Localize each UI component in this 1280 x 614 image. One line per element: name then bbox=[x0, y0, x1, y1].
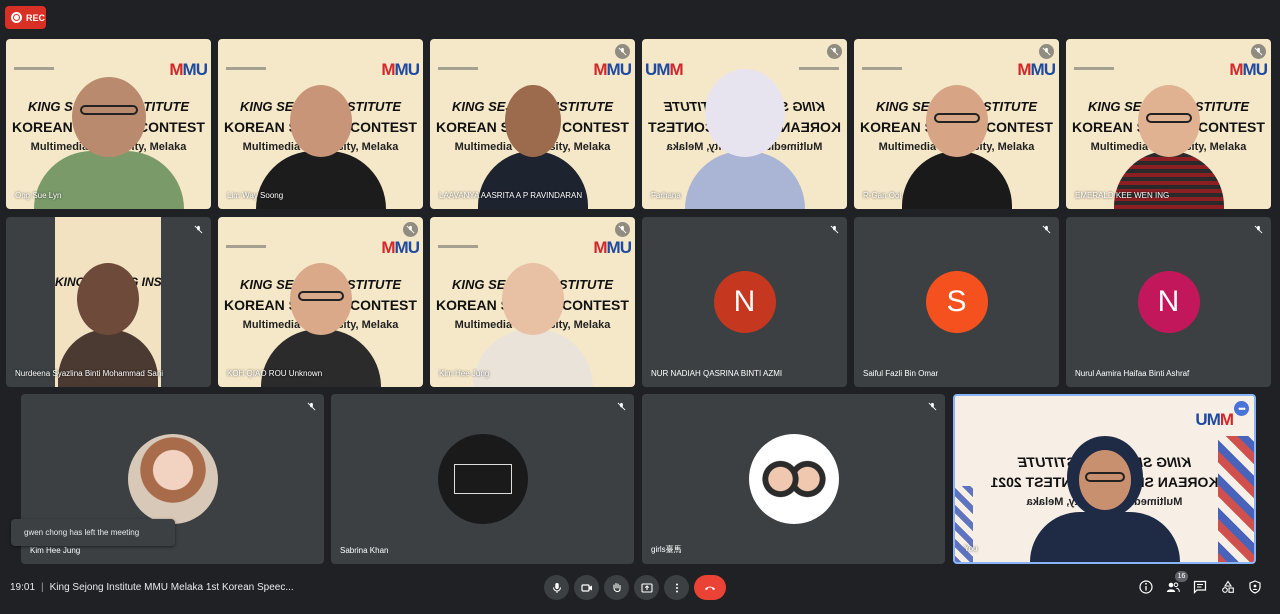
record-icon bbox=[11, 12, 22, 23]
mic-off-icon bbox=[925, 399, 940, 414]
recording-indicator: REC bbox=[5, 6, 46, 29]
mic-off-icon bbox=[1251, 44, 1266, 59]
present-button[interactable] bbox=[634, 575, 659, 600]
avatar bbox=[748, 434, 839, 524]
participant-name: Kim Hee Jung bbox=[30, 546, 81, 555]
participant-name: You bbox=[964, 544, 978, 553]
shield-icon bbox=[1249, 580, 1261, 594]
people-icon bbox=[1166, 582, 1180, 593]
participant-tile-laavanya[interactable]: MMU KING SEJONG INSTITUTE KOREAN SPEECH … bbox=[430, 39, 635, 209]
people-button[interactable]: 16 bbox=[1164, 571, 1188, 596]
more-options-button[interactable] bbox=[664, 575, 689, 600]
mic-off-icon bbox=[304, 399, 319, 414]
bottom-toolbar: 19:01 | King Sejong Institute MMU Melaka 1… bbox=[0, 570, 1280, 606]
participant-name: Saiful Fazli Bin Omar bbox=[863, 369, 939, 378]
present-screen-icon bbox=[640, 582, 653, 593]
hand-icon bbox=[612, 582, 621, 592]
participant-video bbox=[901, 85, 1012, 209]
mmu-logo: MMU bbox=[593, 60, 632, 79]
participant-tile-farhana[interactable]: MMU KING SEJONG INSTITUTE KOREAN SPEECH … bbox=[642, 39, 847, 209]
mmu-logo: MMU bbox=[593, 238, 632, 257]
mic-off-icon bbox=[191, 222, 206, 237]
chat-icon bbox=[1193, 580, 1207, 594]
mic-off-icon bbox=[403, 222, 418, 237]
participant-video bbox=[684, 69, 805, 209]
camera-icon bbox=[580, 583, 592, 592]
participant-video bbox=[472, 263, 593, 387]
mic-off-icon bbox=[827, 44, 842, 59]
more-vert-icon bbox=[675, 583, 678, 592]
participant-tile-emerald-kee[interactable]: MMU KING SEJONG INSTITUTE KOREAN SPEECH … bbox=[1066, 39, 1271, 209]
left-meeting-toast: gwen chong has left the meeting bbox=[11, 519, 175, 546]
avatar bbox=[437, 434, 528, 524]
avatar bbox=[127, 434, 218, 524]
participant-tile-nurul-aamira[interactable]: N Nurul Aamira Haifaa Binti Ashraf bbox=[1066, 217, 1271, 387]
recording-label: REC bbox=[26, 12, 46, 23]
more-options-icon[interactable]: ••• bbox=[1234, 401, 1249, 416]
leave-call-button[interactable] bbox=[694, 575, 726, 600]
mmu-logo: MMU bbox=[1196, 410, 1234, 429]
participant-video bbox=[1029, 436, 1180, 562]
mic-off-icon bbox=[615, 44, 630, 59]
microphone-button[interactable] bbox=[544, 575, 569, 600]
participant-name: NUR NADIAH QASRINA BINTI AZMI bbox=[651, 369, 783, 378]
participant-name: Nurdeena Syazlina Binti Mohammad Sani bbox=[15, 369, 164, 378]
chat-button[interactable] bbox=[1191, 578, 1209, 596]
avatar: S bbox=[925, 271, 988, 333]
participant-name: Nurul Aamira Haifaa Binti Ashraf bbox=[1075, 369, 1190, 378]
participant-tile-ong-sue-lyn[interactable]: MMU KING SEJONG INSTITUTE KOREAN SPEECH … bbox=[6, 39, 211, 209]
microphone-icon bbox=[552, 582, 561, 593]
participant-tile-koh-qiao-rou[interactable]: MMU KING SEJONG INSTITUTE KOREAN SPEECH … bbox=[218, 217, 423, 387]
mic-off-icon bbox=[614, 399, 629, 414]
activities-button[interactable] bbox=[1219, 578, 1237, 596]
mmu-logo: MMU bbox=[1229, 60, 1268, 79]
mic-off-icon bbox=[1039, 222, 1054, 237]
clock-time: 19:01 bbox=[10, 582, 36, 593]
participant-count-badge: 16 bbox=[1175, 571, 1188, 582]
participant-tile-nur-nadiah[interactable]: N NUR NADIAH QASRINA BINTI AZMI bbox=[642, 217, 847, 387]
participant-tile-sabrina-khan[interactable]: Sabrina Khan bbox=[331, 394, 634, 564]
avatar: N bbox=[713, 271, 776, 333]
mic-off-icon bbox=[827, 222, 842, 237]
participant-name: Sabrina Khan bbox=[340, 546, 389, 555]
participant-video bbox=[33, 77, 184, 209]
meeting-title: King Sejong Institute MMU Melaka 1st Kor… bbox=[49, 582, 294, 593]
end-call-icon bbox=[704, 586, 716, 590]
participant-tile-girls[interactable]: girls臺馬 bbox=[642, 394, 945, 564]
participant-tile-lim-way-soong[interactable]: MMU KING SEJONG INSTITUTE KOREAN SPEECH … bbox=[218, 39, 423, 209]
participant-tile-nurdeena[interactable]: KING SEJONG INSTITUTE Nurdeena Syazlina … bbox=[6, 217, 211, 387]
participant-name: LAAVANYA AASRITA A P RAVINDARAN bbox=[439, 191, 583, 200]
mic-off-icon bbox=[1039, 44, 1054, 59]
participant-tile-r-gan-ooi[interactable]: MMU KING SEJONG INSTITUTE KOREAN SPEECH … bbox=[854, 39, 1059, 209]
mmu-logo: MMU bbox=[646, 60, 684, 79]
mmu-logo: MMU bbox=[381, 238, 420, 257]
meeting-info: 19:01 | King Sejong Institute MMU Melaka 1… bbox=[10, 582, 294, 593]
raise-hand-button[interactable] bbox=[604, 575, 629, 600]
host-controls-button[interactable] bbox=[1246, 578, 1264, 596]
participant-name: Ong Sue Lyn bbox=[15, 191, 62, 200]
mic-off-icon bbox=[1251, 222, 1266, 237]
mmu-logo: MMU bbox=[381, 60, 420, 79]
mic-off-icon bbox=[615, 222, 630, 237]
participant-tile-saiful-fazli[interactable]: S Saiful Fazli Bin Omar bbox=[854, 217, 1059, 387]
avatar: N bbox=[1137, 271, 1200, 333]
participant-name: Lim Way Soong bbox=[227, 191, 284, 200]
meeting-details-button[interactable] bbox=[1137, 578, 1155, 596]
camera-button[interactable] bbox=[574, 575, 599, 600]
participant-name: Farhana bbox=[651, 191, 681, 200]
mmu-logo: MMU bbox=[1017, 60, 1056, 79]
participant-tile-kim-hee-jung-video[interactable]: MMU KING SEJONG INSTITUTE KOREAN SPEECH … bbox=[430, 217, 635, 387]
participant-name: Kim Hee Jung bbox=[439, 369, 490, 378]
activities-icon bbox=[1222, 580, 1234, 593]
participant-name: girls臺馬 bbox=[651, 545, 682, 554]
participant-name: KOH QIAO ROU Unknown bbox=[227, 369, 323, 378]
participant-name: EMERALD KEE WEN ING bbox=[1075, 191, 1170, 200]
participant-name: R-Gan Ooi bbox=[863, 191, 902, 200]
info-icon bbox=[1139, 580, 1153, 594]
participant-tile-self[interactable]: MMU KING SEJONG INSTITUTE KOREAN SPEECH … bbox=[953, 394, 1256, 564]
